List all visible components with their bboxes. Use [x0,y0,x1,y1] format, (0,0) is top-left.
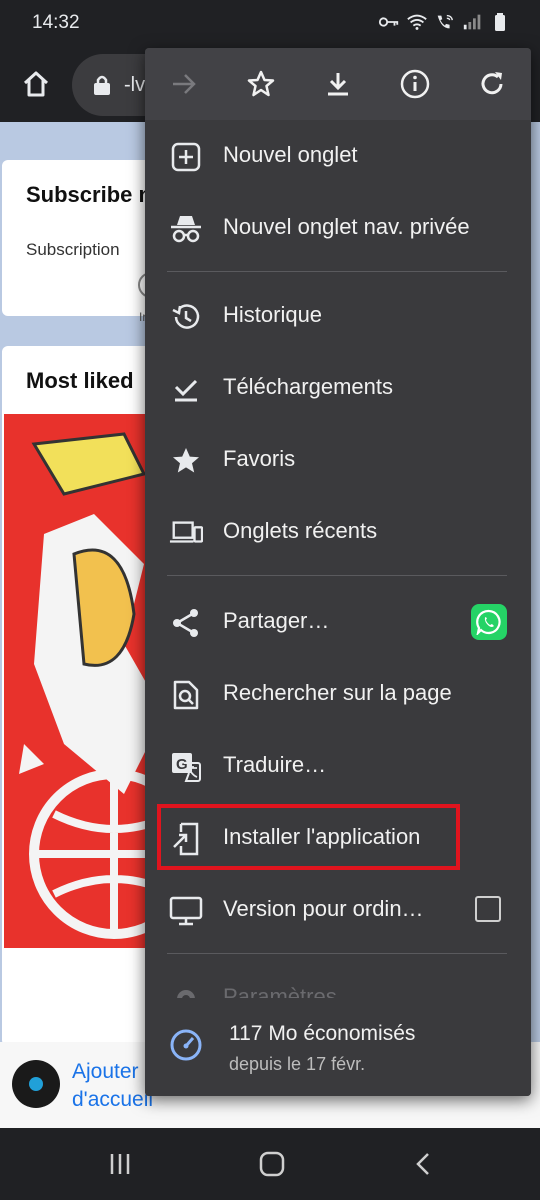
menu-divider [167,271,507,272]
incognito-icon [171,216,201,243]
wifi-icon [407,14,427,30]
recent-apps-icon [110,1154,130,1174]
status-icons [378,12,512,32]
download-page-button[interactable] [299,48,376,120]
desktop-site-checkbox[interactable] [475,896,501,922]
arrow-forward-icon [172,74,196,94]
menu-item-label: Onglets récents [223,518,378,543]
url-text: -lv [124,74,146,96]
recent-apps-button[interactable] [100,1146,140,1182]
whatsapp-share-button[interactable] [471,604,507,640]
menu-item-label: Partager… [223,608,330,633]
most-liked-title: Most liked [26,368,134,393]
menu-item-incognito-tab[interactable]: Nouvel onglet nav. privée [145,192,531,264]
subscribe-title: Subscribe n [26,182,152,207]
menu-item-downloads[interactable]: Téléchargements [145,352,531,424]
status-bar: 14:32 [0,0,540,48]
menu-item-history[interactable]: Historique [145,280,531,352]
star-icon [173,448,199,473]
download-check-icon [174,379,198,402]
refresh-icon [481,72,503,95]
key-icon [378,17,399,27]
menu-item-find-in-page[interactable]: Rechercher sur la page [145,658,531,730]
menu-divider [167,575,507,576]
battery-icon [495,13,505,31]
info-icon [400,69,430,99]
bookmark-button[interactable] [222,48,299,120]
page-info-button[interactable] [377,48,454,120]
subscription-label: Subscription [26,240,120,259]
share-icon [173,609,198,637]
add-to-home-line1: Ajouter [72,1060,139,1083]
menu-item-recent-tabs[interactable]: Onglets récents [145,496,531,568]
menu-item-label: Nouvel onglet [223,142,358,167]
home-button[interactable] [14,62,58,106]
menu-item-label: Historique [223,302,323,327]
browser-overflow-menu: Nouvel onglet Nouvel onglet nav. privée … [145,48,531,1096]
home-nav-button[interactable] [252,1146,292,1182]
speedometer-icon [170,1029,202,1061]
forward-button[interactable] [145,48,222,120]
add-to-home-line2: d'accueil [72,1088,152,1111]
menu-action-row [145,48,531,120]
install-app-highlight [157,804,460,870]
savings-amount: 117 Mo économisés [229,1022,416,1045]
home-nav-icon [259,1151,285,1177]
status-time: 14:32 [32,12,80,33]
savings-since: depuis le 17 févr. [229,1054,366,1074]
star-outline-icon [247,70,275,97]
add-to-home-text: Ajouter d'accueil [72,1058,152,1114]
menu-item-share[interactable]: Partager… [145,586,531,658]
home-icon [23,71,49,97]
find-in-page-icon [173,680,199,710]
translate-icon: G [172,753,201,782]
menu-item-bookmarks[interactable]: Favoris [145,424,531,496]
menu-item-label: Nouvel onglet nav. privée [223,214,470,239]
system-nav-bar [0,1128,540,1200]
history-icon [172,304,200,329]
reload-button[interactable] [454,48,531,120]
signal-icon [463,14,481,30]
plus-box-icon [171,142,201,172]
svg-text:G: G [176,756,188,773]
menu-item-label: Rechercher sur la page [223,680,452,705]
back-icon [416,1153,429,1175]
menu-item-label: Téléchargements [223,374,393,399]
menu-item-label: Traduire… [223,752,327,777]
menu-item-label: Favoris [223,446,296,471]
back-button[interactable] [404,1146,444,1182]
menu-item-new-tab[interactable]: Nouvel onglet [145,120,531,192]
whatsapp-icon [476,609,501,635]
data-savings-row[interactable]: 117 Mo économisés depuis le 17 févr. [145,998,531,1096]
menu-divider [167,953,507,954]
devices-icon [169,521,203,543]
lock-icon [94,75,110,95]
wifi-call-icon [437,14,454,29]
download-icon [328,73,348,96]
menu-item-label: Version pour ordin… [223,896,424,921]
menu-item-translate[interactable]: G Traduire… [145,730,531,802]
menu-item-desktop-site[interactable]: Version pour ordin… [145,874,531,946]
desktop-icon [169,896,203,926]
app-logo-icon [12,1060,60,1108]
